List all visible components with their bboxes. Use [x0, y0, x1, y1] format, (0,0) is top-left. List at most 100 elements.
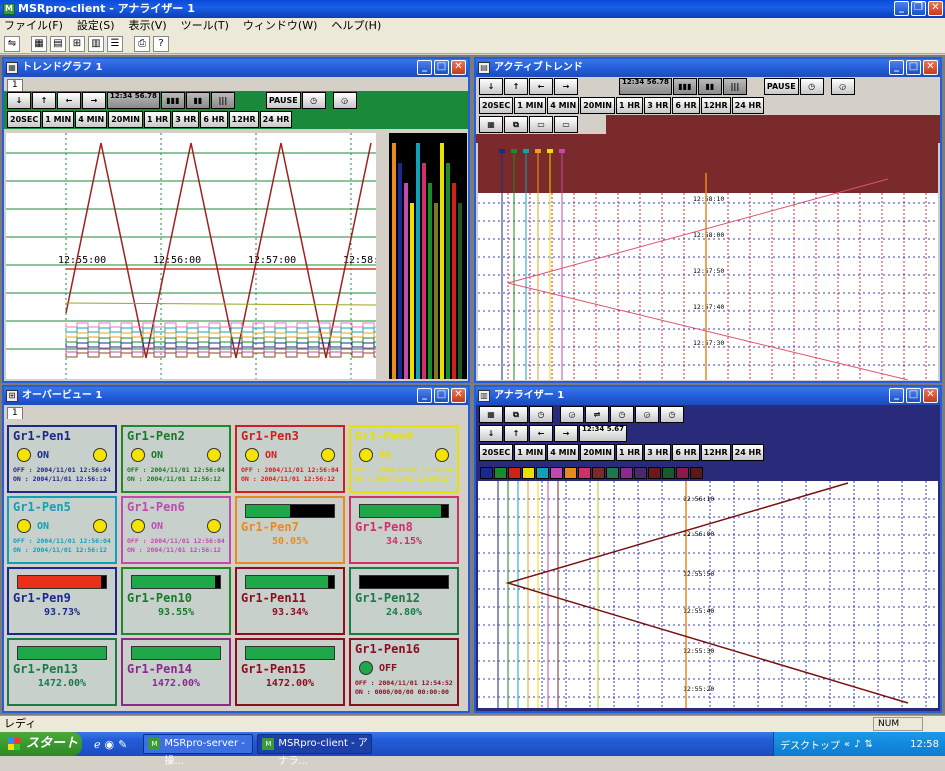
pen-tile[interactable]: Gr1-Pen15 1472.00% [235, 638, 345, 706]
pen-tile[interactable]: Gr1-Pen7 50.05% [235, 496, 345, 564]
range-button-1[interactable]: 1 MIN [514, 97, 547, 114]
clock-back-icon[interactable]: ◷ [529, 406, 553, 423]
color-swatch[interactable] [690, 467, 703, 479]
color-swatch[interactable] [676, 467, 689, 479]
connect-icon[interactable]: ⇋ [4, 36, 20, 52]
desktop-label[interactable]: デスクトップ [780, 737, 840, 752]
minimize-icon[interactable]: _ [894, 1, 909, 16]
menu-window[interactable]: ウィンドウ(W) [243, 18, 317, 34]
pen-tile[interactable]: Gr1-Pen2 ON OFF : 2004/11/01 12:56:04 ON : … [121, 425, 231, 493]
time-box[interactable]: 12:34 56.78 [107, 92, 160, 109]
color-swatch[interactable] [508, 467, 521, 479]
range-button-2[interactable]: 4 MIN [75, 111, 108, 128]
range-button-5[interactable]: 3 HR [172, 111, 200, 128]
pen-tile[interactable]: Gr1-Pen5 ON OFF : 2004/11/01 12:56:04 ON : … [7, 496, 117, 564]
time-box[interactable]: 12:34 5.67 [579, 425, 627, 442]
clock-fwd-icon[interactable]: ◶ [332, 92, 357, 109]
range-button-6[interactable]: 6 HR [672, 97, 700, 114]
range-button-7[interactable]: 12HR [700, 97, 731, 114]
menu-tools[interactable]: ツール(T) [181, 18, 229, 34]
start-button[interactable]: スタート [0, 732, 82, 756]
range-button-8[interactable]: 24 HR [731, 97, 765, 114]
cursor-icon[interactable]: ⇌ [585, 406, 609, 423]
color-swatch[interactable] [536, 467, 549, 479]
stripes-icon[interactable]: ||| [722, 78, 747, 95]
clock-fwd-icon[interactable]: ◶ [560, 406, 584, 423]
pen-tile[interactable]: Gr1-Pen8 34.15% [349, 496, 459, 564]
column-icon[interactable]: ▮▮ [185, 92, 210, 109]
pen-tile[interactable]: Gr1-Pen13 1472.00% [7, 638, 117, 706]
pen-tile[interactable]: Gr1-Pen9 93.73% [7, 567, 117, 635]
pen-tile[interactable]: Gr1-Pen16 OFF OFF : 2004/11/01 12:54:52 ON … [349, 638, 459, 706]
trend-window-titlebar[interactable]: ▦ トレンドグラフ 1 _ □ ✕ [4, 59, 468, 77]
range-button-2[interactable]: 4 MIN [547, 444, 580, 461]
pen-icon[interactable]: ✎ [118, 738, 127, 751]
color-swatch[interactable] [550, 467, 563, 479]
maximize-icon[interactable]: □ [434, 388, 449, 403]
range-button-2[interactable]: 4 MIN [547, 97, 580, 114]
copy-icon[interactable]: ⧉ [504, 116, 528, 133]
analyzer-plot[interactable]: 12:56:10 12:56:00 12:55:50 12:55:40 12:55:30… [478, 481, 938, 708]
media-icon[interactable]: ◉ [105, 738, 115, 751]
menu-settings[interactable]: 設定(S) [77, 18, 115, 34]
range-button-0[interactable]: 20SEC [479, 97, 514, 114]
range-button-3[interactable]: 20MIN [580, 97, 615, 114]
scroll-up-icon[interactable]: ↑ [504, 425, 528, 442]
menu-help[interactable]: ヘルプ(H) [331, 18, 381, 34]
clock-back-icon[interactable]: ◷ [799, 78, 824, 95]
clock-range-icon[interactable]: ◷ [610, 406, 634, 423]
range-button-0[interactable]: 20SEC [7, 111, 42, 128]
overview-icon[interactable]: ⊞ [69, 36, 85, 52]
close-icon[interactable]: ✕ [451, 60, 466, 75]
range-button-6[interactable]: 6 HR [672, 444, 700, 461]
clock-range-2-icon[interactable]: ◶ [635, 406, 659, 423]
scroll-right-icon[interactable]: → [82, 92, 106, 109]
stripes-icon[interactable]: ||| [210, 92, 235, 109]
overview-window-titlebar[interactable]: ⊞ オーバービュー 1 _ □ ✕ [4, 387, 468, 405]
copy-icon[interactable]: ⧉ [504, 406, 528, 423]
task-server[interactable]: M MSRpro-server - 操... [143, 734, 254, 767]
scroll-up-icon[interactable]: ↑ [504, 78, 528, 95]
tray-arrow-icon[interactable]: « [844, 739, 850, 750]
pen-tile[interactable]: Gr1-Pen3 ON OFF : 2004/11/01 12:56:04 ON : … [235, 425, 345, 493]
pen-tile[interactable]: Gr1-Pen1 ON OFF : 2004/11/01 12:56:04 ON : … [7, 425, 117, 493]
active-trend-icon[interactable]: ▤ [50, 36, 66, 52]
tab-1[interactable]: 1 [7, 79, 23, 91]
color-swatch[interactable] [634, 467, 647, 479]
range-button-3[interactable]: 20MIN [108, 111, 143, 128]
pen-tile[interactable]: Gr1-Pen11 93.34% [235, 567, 345, 635]
list-icon[interactable]: ☰ [107, 36, 123, 52]
close-icon[interactable]: ✕ [451, 388, 466, 403]
range-button-6[interactable]: 6 HR [200, 111, 228, 128]
analyzer-window-titlebar[interactable]: ▥ アナライザー 1 _ □ ✕ [476, 387, 940, 405]
scroll-left-icon[interactable]: ← [529, 78, 553, 95]
maximize-icon[interactable]: □ [906, 60, 921, 75]
clock-back-icon[interactable]: ◷ [301, 92, 326, 109]
network-icon[interactable]: ⇅ [865, 739, 873, 750]
color-swatch[interactable] [522, 467, 535, 479]
scroll-down-icon[interactable]: ↓ [479, 425, 503, 442]
trend-plot[interactable]: 12:55:0012:56:0012:57:0012:58:00 [6, 133, 376, 379]
range-button-8[interactable]: 24 HR [731, 444, 765, 461]
time-box[interactable]: 12:34 56.78 [619, 78, 672, 95]
range-button-4[interactable]: 1 HR [615, 97, 644, 114]
close-icon[interactable]: ✕ [923, 60, 938, 75]
range-button-1[interactable]: 1 MIN [42, 111, 75, 128]
scroll-right-icon[interactable]: → [554, 78, 578, 95]
color-strip-icon[interactable]: ▭ [529, 116, 553, 133]
scroll-down-icon[interactable]: ↓ [7, 92, 31, 109]
range-button-5[interactable]: 3 HR [644, 97, 672, 114]
color-swatch[interactable] [620, 467, 633, 479]
pause-button[interactable]: PAUSE [265, 92, 301, 109]
pen-tile[interactable]: Gr1-Pen10 93.55% [121, 567, 231, 635]
range-button-7[interactable]: 12HR [228, 111, 259, 128]
maximize-icon[interactable]: □ [906, 388, 921, 403]
color-swatch[interactable] [578, 467, 591, 479]
minimize-icon[interactable]: _ [889, 60, 904, 75]
volume-icon[interactable]: ♪ [854, 739, 860, 750]
range-button-0[interactable]: 20SEC [479, 444, 514, 461]
menu-file[interactable]: ファイル(F) [4, 18, 63, 34]
color-swatch[interactable] [662, 467, 675, 479]
range-button-1[interactable]: 1 MIN [514, 444, 547, 461]
range-button-4[interactable]: 1 HR [143, 111, 172, 128]
